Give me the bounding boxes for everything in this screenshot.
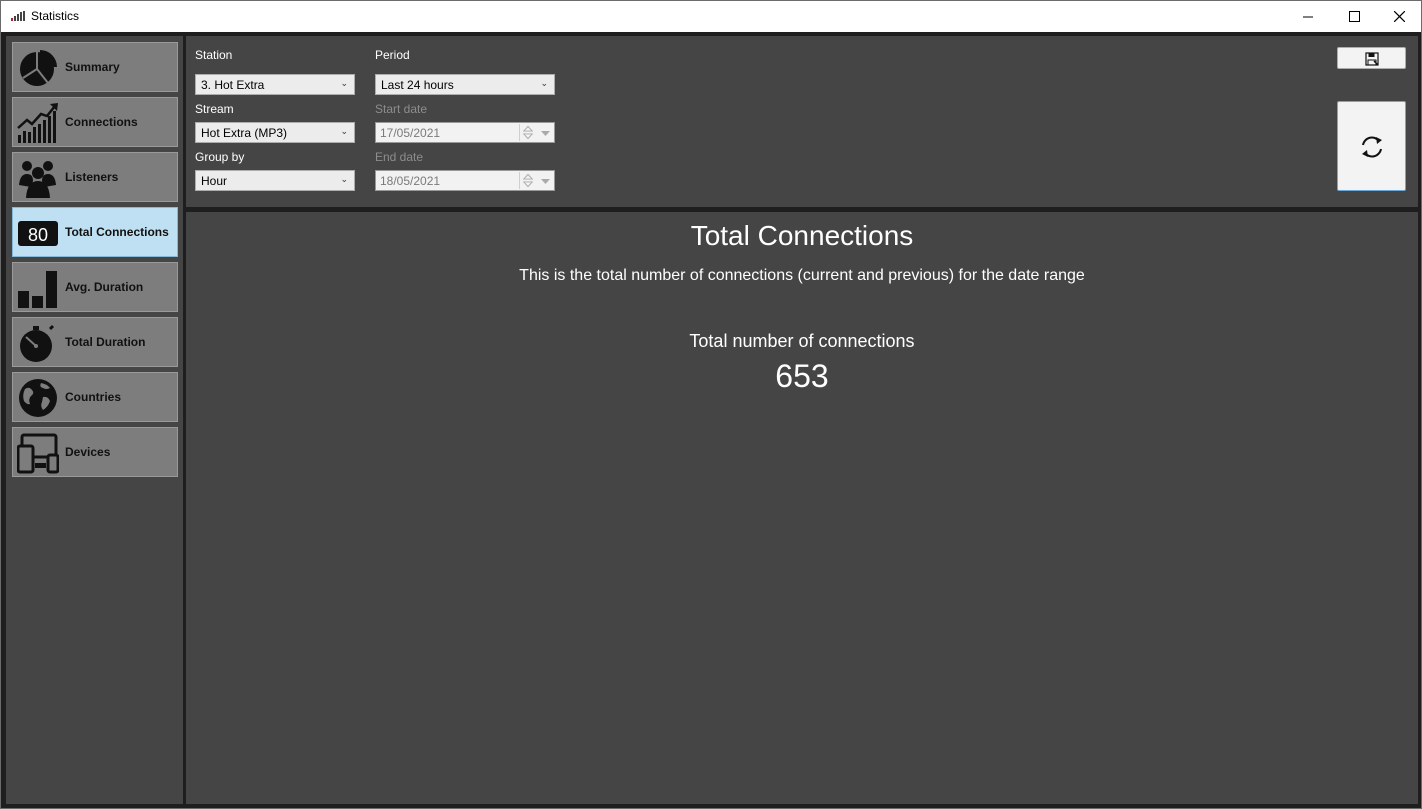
sidebar-item-label: Total Duration	[65, 335, 146, 349]
bar-chart-icon	[18, 271, 57, 308]
counter-icon: 80	[18, 221, 58, 246]
sidebar-item-avg-duration[interactable]: Avg. Duration	[12, 262, 178, 312]
page-title: Total Connections	[690, 220, 914, 251]
globe-icon	[19, 379, 57, 417]
start-date-field[interactable]: 17/05/2021	[375, 122, 555, 143]
spinner-icon[interactable]	[519, 124, 536, 141]
end-date-label: End date	[375, 150, 424, 164]
maximize-icon	[1348, 11, 1360, 22]
maximize-button[interactable]	[1331, 1, 1377, 32]
signal-bars-icon	[11, 11, 25, 21]
end-date-value: 18/05/2021	[380, 174, 441, 188]
sidebar-item-listeners[interactable]: Listeners	[12, 152, 178, 202]
start-date-label: Start date	[375, 102, 428, 116]
station-select-value: 3. Hot Extra	[201, 78, 265, 92]
group-by-label: Group by	[195, 150, 245, 164]
sidebar-item-total-duration[interactable]: Total Duration	[12, 317, 178, 367]
window-title: Statistics	[31, 9, 80, 23]
app-window: Statistics Summary Connections Listeners…	[0, 0, 1422, 809]
close-button[interactable]	[1376, 1, 1422, 32]
period-select-value: Last 24 hours	[381, 78, 454, 92]
devices-icon	[17, 433, 59, 474]
end-date-field[interactable]: 18/05/2021	[375, 170, 555, 191]
chevron-down-icon: ⌄	[340, 174, 348, 184]
station-select[interactable]: 3. Hot Extra ⌄	[195, 74, 355, 95]
sidebar-item-label: Connections	[65, 115, 138, 129]
sidebar-item-label: Total Connections	[65, 225, 169, 239]
save-icon	[1365, 52, 1379, 66]
save-button[interactable]	[1337, 47, 1406, 69]
trend-chart-icon	[17, 103, 58, 143]
stream-select-value: Hot Extra (MP3)	[201, 126, 288, 140]
sidebar: Summary Connections Listeners 80 Total C…	[6, 36, 183, 804]
sidebar-item-summary[interactable]: Summary	[12, 42, 178, 92]
calendar-dropdown-icon[interactable]	[537, 172, 554, 189]
stream-label: Stream	[195, 102, 234, 116]
stopwatch-icon	[20, 324, 55, 362]
title-bar: Statistics	[1, 1, 1421, 32]
minimize-button[interactable]	[1285, 1, 1331, 32]
refresh-button[interactable]	[1337, 101, 1406, 191]
sidebar-item-countries[interactable]: Countries	[12, 372, 178, 422]
chevron-down-icon: ⌄	[540, 78, 548, 88]
sidebar-item-connections[interactable]: Connections	[12, 97, 178, 147]
refresh-icon	[1362, 136, 1382, 158]
people-group-icon	[19, 161, 56, 198]
spinner-icon[interactable]	[519, 172, 536, 189]
group-by-select[interactable]: Hour ⌄	[195, 170, 355, 191]
chevron-down-icon: ⌄	[340, 126, 348, 136]
chevron-down-icon: ⌄	[340, 78, 348, 88]
group-by-select-value: Hour	[201, 174, 228, 188]
pie-chart-icon	[20, 50, 57, 86]
sidebar-item-label: Listeners	[65, 170, 119, 184]
period-select[interactable]: Last 24 hours ⌄	[375, 74, 555, 95]
start-date-value: 17/05/2021	[380, 126, 441, 140]
metric-label: Total number of connections	[689, 331, 915, 351]
minimize-icon	[1303, 16, 1313, 17]
filter-panel: Station 3. Hot Extra ⌄ Stream Hot Extra …	[186, 36, 1418, 207]
page-description: This is the total number of connections …	[519, 267, 1085, 284]
sidebar-item-label: Countries	[65, 390, 122, 404]
counter-icon-text: 80	[28, 225, 48, 245]
calendar-dropdown-icon[interactable]	[537, 124, 554, 141]
sidebar-item-total-connections[interactable]: 80 Total Connections	[12, 207, 178, 257]
metric-value: 653	[775, 358, 829, 394]
sidebar-item-label: Summary	[65, 60, 120, 74]
sidebar-item-devices[interactable]: Devices	[12, 427, 178, 477]
content-panel: Total Connections This is the total numb…	[186, 212, 1418, 804]
period-label: Period	[375, 48, 410, 62]
close-icon	[1393, 11, 1405, 22]
station-label: Station	[195, 48, 233, 62]
sidebar-item-label: Devices	[65, 445, 111, 459]
stream-select[interactable]: Hot Extra (MP3) ⌄	[195, 122, 355, 143]
sidebar-item-label: Avg. Duration	[65, 280, 144, 294]
